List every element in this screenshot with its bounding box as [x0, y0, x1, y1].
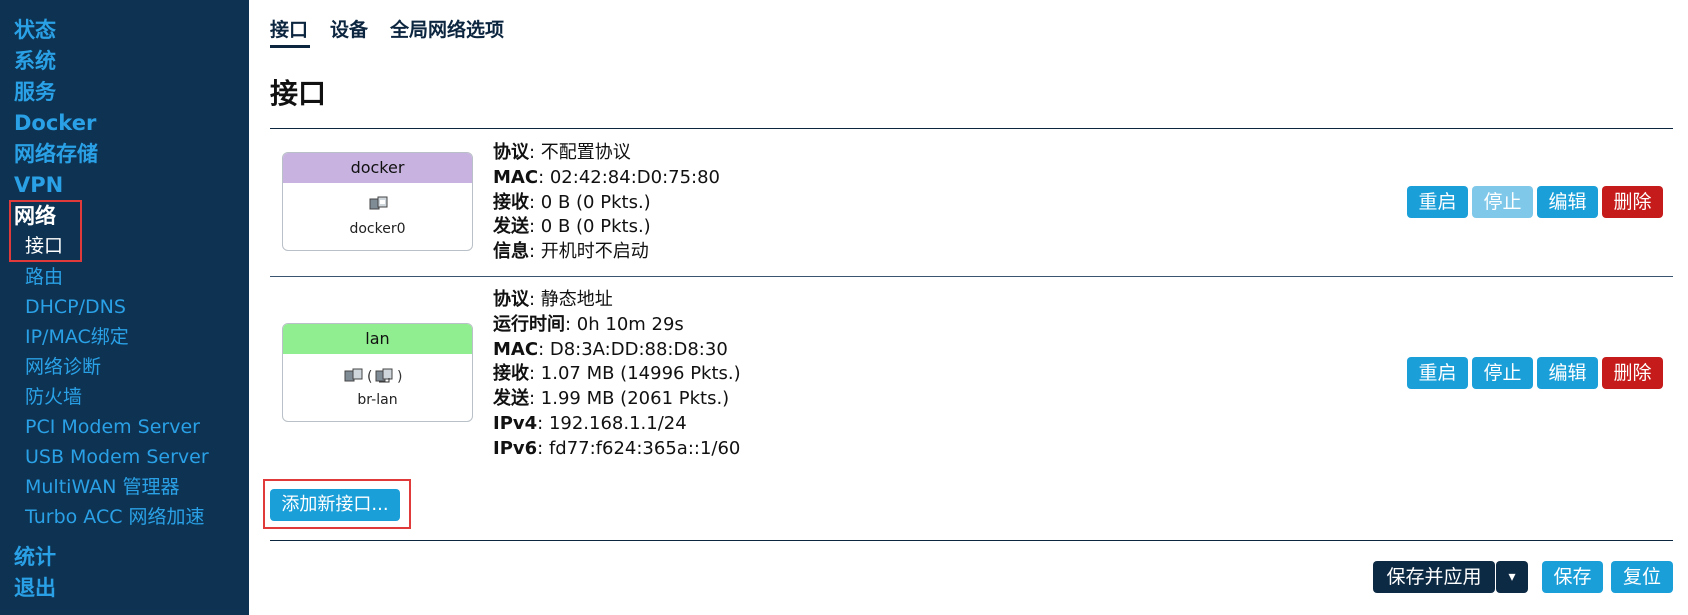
highlight-box	[9, 200, 82, 262]
info-key: IPv4	[493, 412, 538, 434]
sidebar: 状态 系统 服务 Docker 网络存储 VPN 网络 接口 路由 DHCP/D…	[0, 0, 249, 615]
info-key: 信息	[493, 241, 529, 263]
info-key: 发送	[493, 216, 529, 238]
edit-button[interactable]: 编辑	[1537, 357, 1598, 389]
save-apply-dropdown[interactable]: ▾	[1496, 561, 1528, 593]
stop-button[interactable]: 停止	[1472, 186, 1533, 218]
info-value: : 开机时不启动	[529, 241, 649, 263]
restart-button[interactable]: 重启	[1407, 357, 1468, 389]
interface-info-lan: 协议: 静态地址 运行时间: 0h 10m 29s MAC: D8:3A:DD:…	[493, 288, 741, 462]
nav-sub-turbo-acc[interactable]: Turbo ACC 网络加速	[25, 502, 205, 532]
delete-button[interactable]: 删除	[1602, 357, 1663, 389]
save-button[interactable]: 保存	[1542, 561, 1603, 593]
interface-info-docker: 协议: 不配置协议 MAC: 02:42:84:D0:75:80 接收: 0 B…	[493, 141, 720, 265]
nav-sub-pci-modem[interactable]: PCI Modem Server	[25, 412, 200, 442]
nav-sub-dhcp-dns[interactable]: DHCP/DNS	[25, 292, 126, 322]
delete-button[interactable]: 删除	[1602, 186, 1663, 218]
interface-card-docker: docker docker0	[282, 152, 473, 251]
nav-status[interactable]: 状态	[14, 15, 56, 45]
nav-sub-routes[interactable]: 路由	[25, 262, 63, 292]
ethernet-port-icon	[283, 195, 472, 217]
divider	[270, 128, 1673, 129]
stop-button[interactable]: 停止	[1472, 357, 1533, 389]
nav-sub-usb-modem[interactable]: USB Modem Server	[25, 442, 209, 472]
nav-sub-multiwan[interactable]: MultiWAN 管理器	[25, 472, 179, 502]
nav-network-storage[interactable]: 网络存储	[14, 139, 98, 169]
info-key: 接收	[493, 363, 529, 385]
nav-docker[interactable]: Docker	[14, 108, 96, 138]
info-key: 运行时间	[493, 313, 565, 335]
info-value: : fd77:f624:365a::1/60	[537, 437, 741, 459]
nav-sub-diagnostics[interactable]: 网络诊断	[25, 352, 101, 382]
nav-system[interactable]: 系统	[14, 46, 56, 76]
divider	[270, 540, 1673, 541]
info-value: : 1.99 MB (2061 Pkts.)	[529, 388, 730, 410]
divider	[270, 276, 1673, 277]
nav-services[interactable]: 服务	[14, 77, 56, 107]
info-value: : 1.07 MB (14996 Pkts.)	[529, 363, 741, 385]
info-value: : 0 B (0 Pkts.)	[529, 216, 651, 238]
restart-button[interactable]: 重启	[1407, 186, 1468, 218]
nav-sub-firewall[interactable]: 防火墙	[25, 382, 82, 412]
info-key: MAC	[493, 338, 539, 360]
nav-logout[interactable]: 退出	[14, 573, 56, 603]
info-value: : 0h 10m 29s	[565, 313, 684, 335]
save-apply-button[interactable]: 保存并应用	[1373, 561, 1495, 593]
tab-interfaces[interactable]: 接口	[270, 16, 310, 48]
nav-vpn[interactable]: VPN	[14, 170, 63, 200]
interface-device: br-lan	[357, 392, 398, 408]
info-key: 接收	[493, 191, 529, 213]
info-key: MAC	[493, 166, 539, 188]
ethernet-port-icon: ( )	[283, 366, 472, 388]
info-value: : 0 B (0 Pkts.)	[529, 191, 651, 213]
tab-devices[interactable]: 设备	[330, 16, 368, 48]
info-key: 发送	[493, 388, 529, 410]
info-key: 协议	[493, 142, 529, 163]
interface-card-lan: lan ( ) br-lan	[282, 323, 473, 422]
svg-text:(: (	[367, 369, 372, 385]
info-value: : 静态地址	[529, 289, 613, 310]
reset-button[interactable]: 复位	[1611, 561, 1673, 593]
nav-statistics[interactable]: 统计	[14, 542, 56, 572]
info-value: : 02:42:84:D0:75:80	[538, 166, 721, 188]
info-value: : D8:3A:DD:88:D8:30	[538, 338, 728, 360]
interface-device: docker0	[349, 221, 406, 237]
interface-name: lan	[283, 324, 472, 354]
info-value: : 192.168.1.1/24	[537, 412, 687, 434]
info-key: IPv6	[493, 437, 538, 459]
highlight-box	[263, 479, 411, 529]
nav-sub-ip-mac-binding[interactable]: IP/MAC绑定	[25, 322, 129, 352]
info-key: 协议	[493, 289, 529, 310]
svg-text:): )	[397, 369, 402, 385]
page-title: 接口	[270, 77, 327, 110]
interface-name: docker	[283, 153, 472, 183]
tab-global-options[interactable]: 全局网络选项	[390, 16, 504, 48]
edit-button[interactable]: 编辑	[1537, 186, 1598, 218]
info-value: : 不配置协议	[529, 142, 631, 163]
